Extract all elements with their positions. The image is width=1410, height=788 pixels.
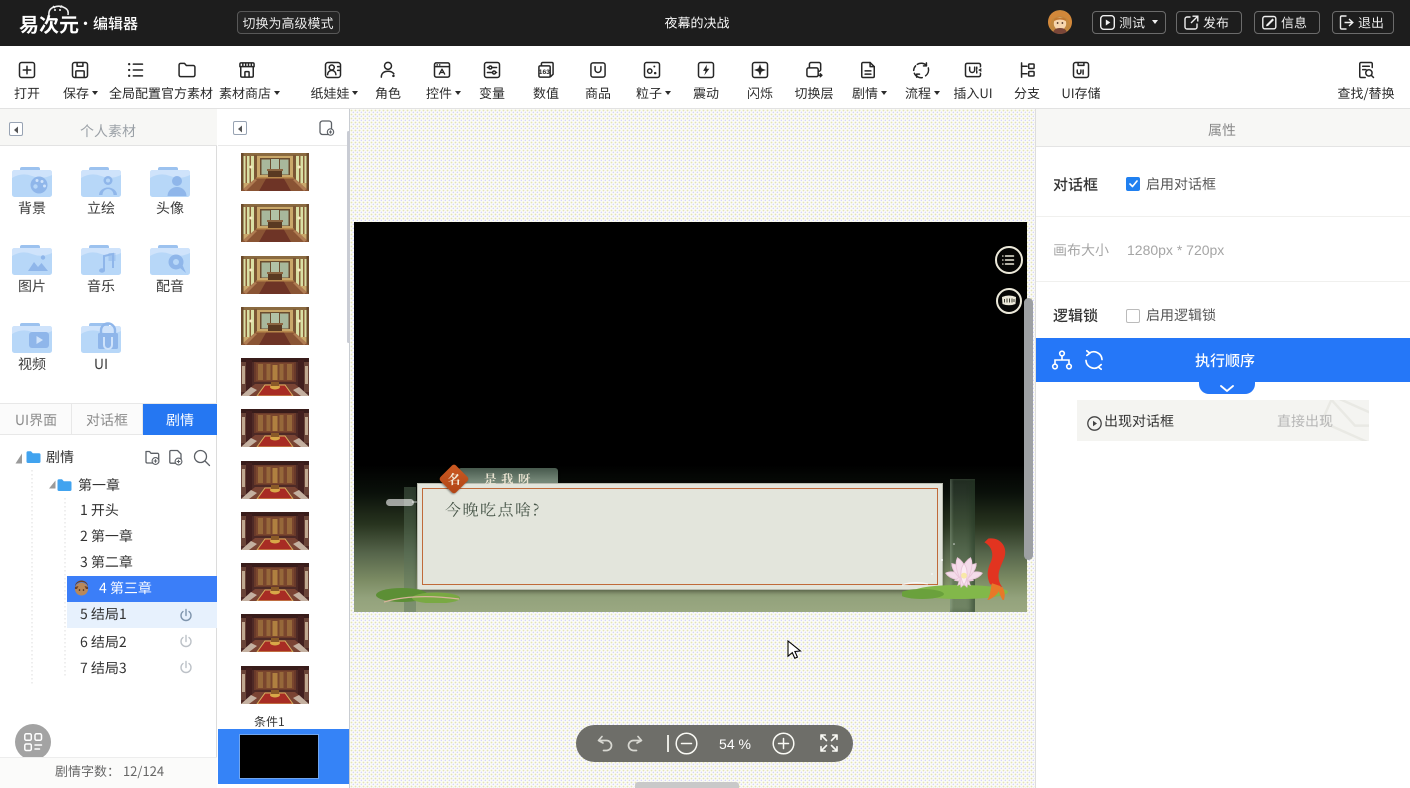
svg-text:163: 163 [539,69,550,76]
